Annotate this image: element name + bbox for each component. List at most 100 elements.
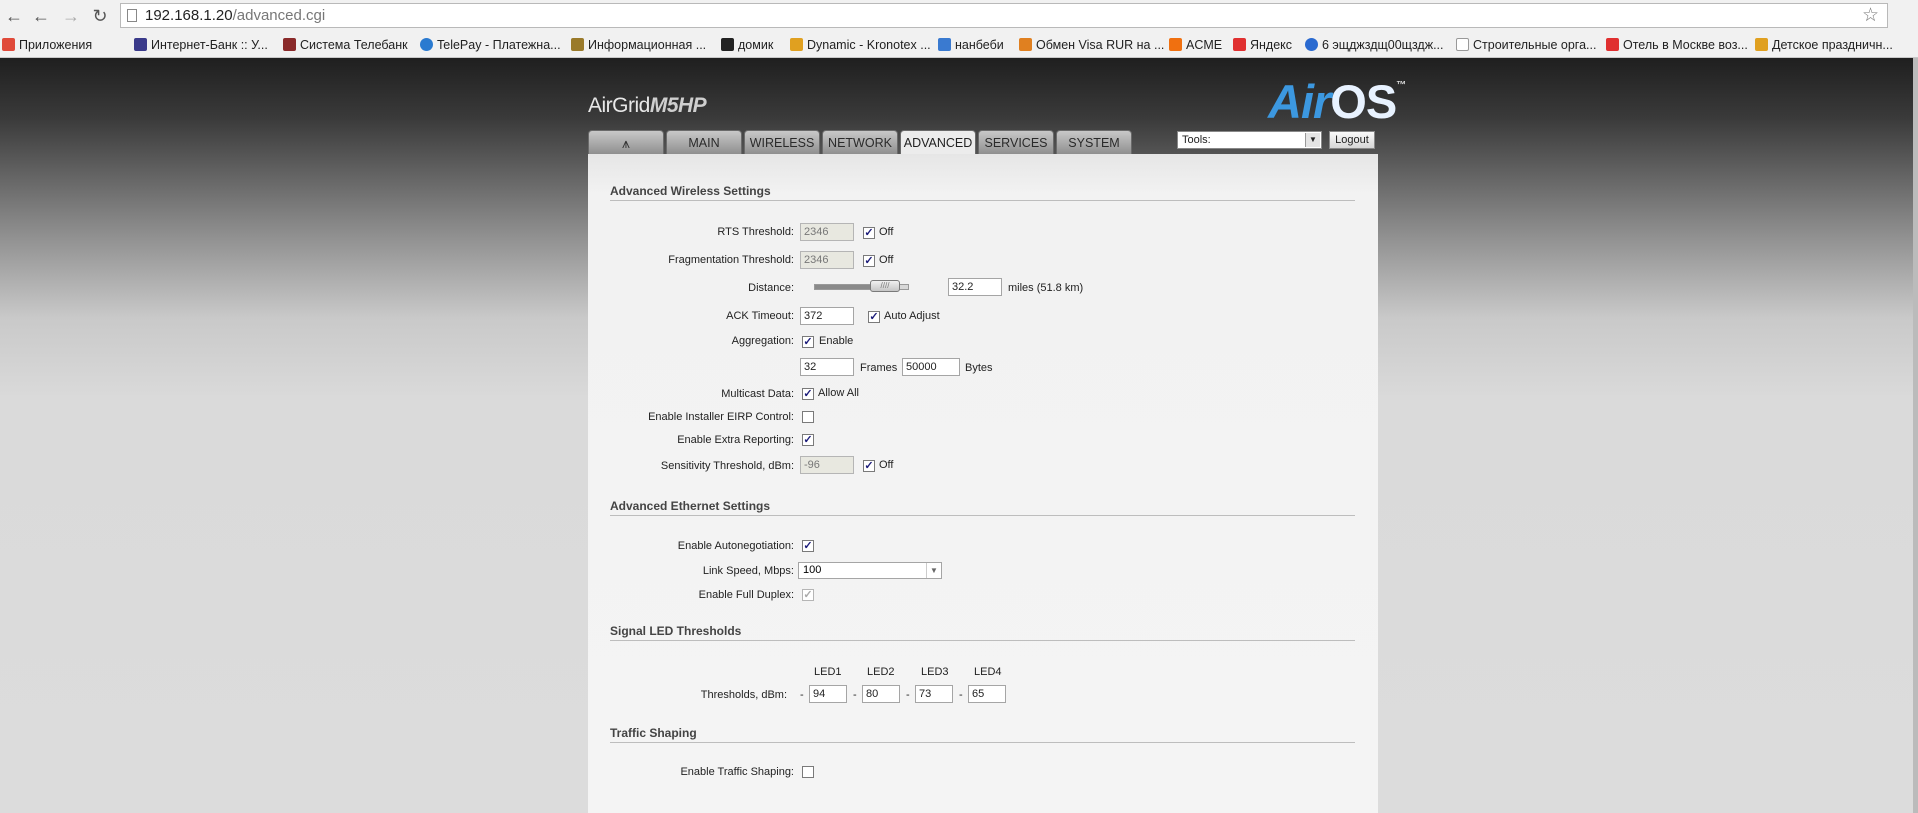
kronotex-icon [790,38,803,51]
ack-auto-adjust-label: Auto Adjust [884,310,940,322]
page-icon [1456,38,1469,51]
full-duplex-checkbox[interactable]: ✓ [802,589,814,601]
traffic-shaping-label: Enable Traffic Shaping: [680,766,794,778]
fragmentation-threshold-label: Fragmentation Threshold: [668,254,794,266]
chevron-down-icon: ▼ [1305,133,1320,147]
bookmark-item[interactable]: ACME [1169,33,1222,57]
distance-label: Distance: [748,282,794,294]
reload-icon[interactable]: ↻ [88,4,112,28]
section-title-traffic: Traffic Shaping [610,726,1355,743]
sensitivity-threshold-input[interactable]: -96 [800,456,854,474]
eirp-control-checkbox[interactable] [802,411,814,423]
led3-input[interactable]: 73 [915,685,953,703]
emblem-icon [571,38,584,51]
forward-arrow-icon[interactable]: → [59,4,83,28]
led2-input[interactable]: 80 [862,685,900,703]
url-path: /advanced.cgi [232,7,326,24]
bookmark-item[interactable]: Яндекс [1233,33,1292,57]
led3-header: LED3 [921,666,949,678]
tab-system[interactable]: SYSTEM [1056,130,1132,154]
bookmark-item[interactable]: Детское праздничн... [1755,33,1893,57]
aggregation-frames-input[interactable]: 32 [800,358,854,376]
scrollbar[interactable] [1913,58,1918,813]
bookmark-item[interactable]: TelePay - Платежна... [420,33,561,57]
url-host: 192.168.1.20 [145,7,233,24]
tab-ubnt-logo[interactable]: ⩚ [588,130,664,154]
link-speed-select[interactable]: 100 ▼ [798,562,942,579]
led2-header: LED2 [867,666,895,678]
bookmarks-bar: Приложения Интернет-Банк :: У... Система… [0,33,1918,58]
led4-header: LED4 [974,666,1002,678]
extra-reporting-label: Enable Extra Reporting: [677,434,794,446]
swirl-icon [1305,38,1318,51]
yandex-icon [1606,38,1619,51]
aggregation-enable-label: Enable [819,335,854,347]
product-logo: AirGridM5HP [588,94,707,117]
bookmark-item[interactable]: домик [721,33,773,57]
bookmark-item[interactable]: Обмен Visa RUR на ... [1019,33,1164,57]
tools-select[interactable]: Tools: ▼ [1177,131,1322,149]
multicast-data-label: Multicast Data: [721,388,794,400]
tab-main[interactable]: MAIN [666,130,742,154]
bookmark-item[interactable]: Dynamic - Kronotex ... [790,33,931,57]
frames-label: Frames [860,362,898,374]
bookmark-item[interactable]: Система Телебанк [283,33,408,57]
fragmentation-off-checkbox[interactable]: ✓ [863,255,875,267]
bookmark-star-icon[interactable]: ☆ [1862,4,1879,27]
address-bar[interactable]: 192.168.1.20/advanced.cgi ☆ [120,3,1888,28]
led4-input[interactable]: 65 [968,685,1006,703]
bookmark-item[interactable]: нанбеби [938,33,1004,57]
home-icon [721,38,734,51]
bookmark-item[interactable]: Информационная ... [571,33,706,57]
section-title-led: Signal LED Thresholds [610,624,1355,641]
bank-icon [134,38,147,51]
led2-minus: - [853,689,857,701]
led3-minus: - [906,689,910,701]
back-arrow-icon[interactable]: ← [2,4,26,28]
thresholds-label: Thresholds, dBm: [700,689,787,701]
led1-input[interactable]: 94 [809,685,847,703]
autonegotiation-checkbox[interactable]: ✓ [802,540,814,552]
tab-services[interactable]: SERVICES [978,130,1054,154]
distance-slider-handle[interactable]: //// [870,280,900,292]
multicast-allow-all-checkbox[interactable]: ✓ [802,388,814,400]
tab-advanced[interactable]: ADVANCED [900,130,976,155]
telepay-icon [420,38,433,51]
ack-auto-adjust-checkbox[interactable]: ✓ [868,311,880,323]
back-arrow-icon-2[interactable]: ← [29,4,53,28]
bookmark-item[interactable]: Интернет-Банк :: У... [134,33,268,57]
sensitivity-off-checkbox[interactable]: ✓ [863,460,875,472]
tab-wireless[interactable]: WIRELESS [744,130,820,154]
fragmentation-threshold-input[interactable]: 2346 [800,251,854,269]
extra-reporting-checkbox[interactable]: ✓ [802,434,814,446]
nanbebi-icon [938,38,951,51]
telebank-icon [283,38,296,51]
chevron-down-icon: ▼ [926,563,941,578]
led1-minus: - [800,689,804,701]
sensitivity-off-label: Off [879,459,894,471]
bookmark-item[interactable]: Отель в Москве воз... [1606,33,1748,57]
airos-logo: AirOS™ [1268,75,1406,128]
led4-minus: - [959,689,963,701]
traffic-shaping-checkbox[interactable] [802,766,814,778]
distance-input[interactable]: 32.2 [948,278,1002,296]
gift-icon [1755,38,1768,51]
ack-timeout-input[interactable]: 372 [800,307,854,325]
bookmark-item[interactable]: Строительные орга... [1456,33,1596,57]
distance-unit: miles (51.8 km) [1008,282,1084,294]
bookmark-item[interactable]: Приложения [2,33,92,57]
logout-button[interactable]: Logout [1329,131,1375,149]
autonegotiation-label: Enable Autonegotiation: [677,540,794,552]
ack-timeout-label: ACK Timeout: [726,310,794,322]
page-icon [127,9,137,22]
rts-threshold-input[interactable]: 2346 [800,223,854,241]
rts-off-checkbox[interactable]: ✓ [863,227,875,239]
bookmark-item[interactable]: 6 эщджздщ00щздж... [1305,33,1444,57]
aggregation-enable-checkbox[interactable]: ✓ [802,336,814,348]
aggregation-bytes-input[interactable]: 50000 [902,358,960,376]
eirp-control-label: Enable Installer EIRP Control: [648,411,794,423]
full-duplex-label: Enable Full Duplex: [698,589,794,601]
rts-off-label: Off [879,226,894,238]
led1-header: LED1 [814,666,842,678]
tab-network[interactable]: NETWORK [822,130,898,154]
